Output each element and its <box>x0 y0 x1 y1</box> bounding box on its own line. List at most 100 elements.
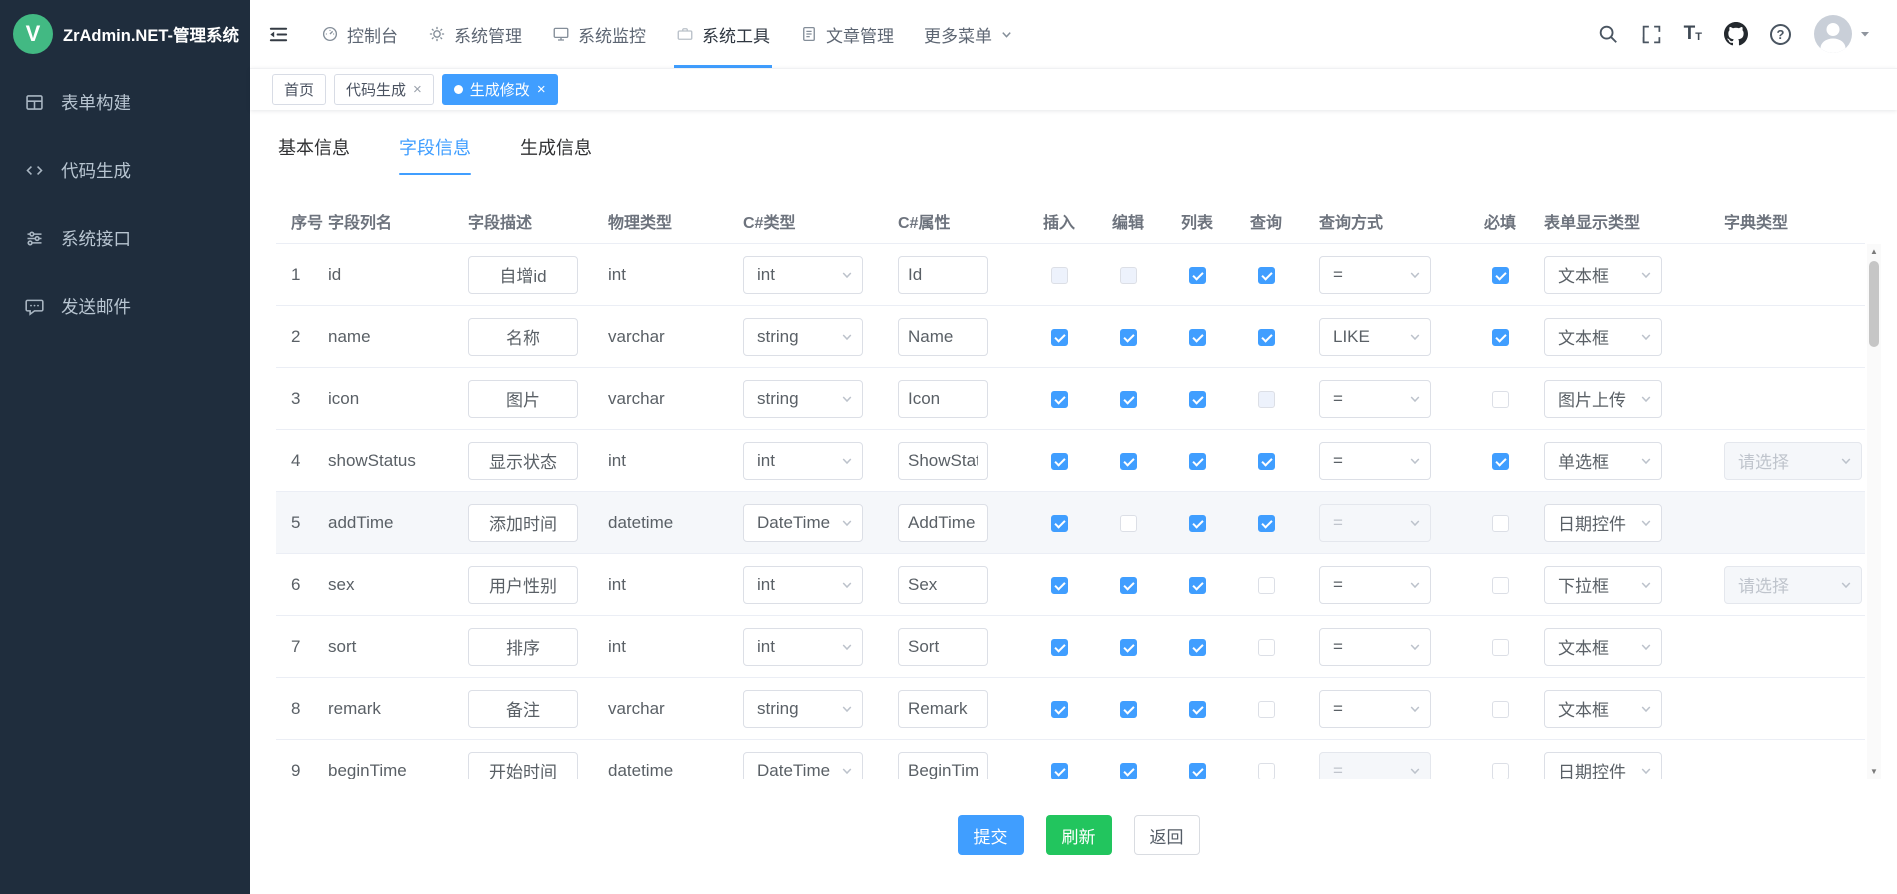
query-type-select[interactable]: = <box>1319 256 1431 294</box>
required-checkbox[interactable] <box>1492 391 1509 408</box>
fullscreen-icon[interactable] <box>1641 24 1662 45</box>
caret-down-icon[interactable] <box>1859 28 1871 40</box>
query-checkbox[interactable] <box>1258 763 1275 779</box>
tab-generate-info[interactable]: 生成信息 <box>520 134 592 175</box>
edit-checkbox[interactable] <box>1120 763 1137 779</box>
required-checkbox[interactable] <box>1492 577 1509 594</box>
nav-item-article-management[interactable]: 文章管理 <box>785 0 909 68</box>
edit-checkbox[interactable] <box>1120 329 1137 346</box>
column-description-input[interactable] <box>468 566 578 604</box>
insert-checkbox[interactable] <box>1051 577 1068 594</box>
csharp-property-input[interactable] <box>898 318 988 356</box>
query-type-select[interactable]: = <box>1319 442 1431 480</box>
required-checkbox[interactable] <box>1492 763 1509 779</box>
insert-checkbox[interactable] <box>1051 453 1068 470</box>
table-scrollbar[interactable] <box>1867 244 1881 779</box>
csharp-property-input[interactable] <box>898 752 988 780</box>
column-description-input[interactable] <box>468 628 578 666</box>
display-type-select[interactable]: 图片上传 <box>1544 380 1662 418</box>
display-type-select[interactable]: 文本框 <box>1544 628 1662 666</box>
nav-item-system-management[interactable]: 系统管理 <box>413 0 537 68</box>
github-icon[interactable] <box>1724 22 1748 46</box>
csharp-type-select[interactable]: string <box>743 318 863 356</box>
list-checkbox[interactable] <box>1189 391 1206 408</box>
csharp-property-input[interactable] <box>898 690 988 728</box>
csharp-type-select[interactable]: DateTime <box>743 752 863 780</box>
edit-checkbox[interactable] <box>1120 453 1137 470</box>
list-checkbox[interactable] <box>1189 639 1206 656</box>
display-type-select[interactable]: 文本框 <box>1544 318 1662 356</box>
column-description-input[interactable] <box>468 380 578 418</box>
column-description-input[interactable] <box>468 442 578 480</box>
tag-home[interactable]: 首页 <box>272 74 326 105</box>
query-checkbox[interactable] <box>1258 329 1275 346</box>
csharp-property-input[interactable] <box>898 256 988 294</box>
query-checkbox[interactable] <box>1258 453 1275 470</box>
csharp-property-input[interactable] <box>898 628 988 666</box>
list-checkbox[interactable] <box>1189 453 1206 470</box>
column-description-input[interactable] <box>468 504 578 542</box>
refresh-button[interactable]: 刷新 <box>1046 815 1112 855</box>
scrollbar-thumb[interactable] <box>1869 261 1879 347</box>
query-checkbox[interactable] <box>1258 577 1275 594</box>
avatar[interactable] <box>1813 14 1853 54</box>
sidebar-item-send-mail[interactable]: 发送邮件 <box>0 272 250 340</box>
scroll-up-arrow[interactable] <box>1867 244 1881 259</box>
help-icon[interactable] <box>1770 24 1791 45</box>
scroll-down-arrow[interactable] <box>1867 764 1881 779</box>
submit-button[interactable]: 提交 <box>958 815 1024 855</box>
font-size-icon[interactable] <box>1684 23 1702 45</box>
query-type-select[interactable]: = <box>1319 566 1431 604</box>
csharp-type-select[interactable]: int <box>743 442 863 480</box>
required-checkbox[interactable] <box>1492 453 1509 470</box>
tab-field-info[interactable]: 字段信息 <box>399 134 471 175</box>
list-checkbox[interactable] <box>1189 701 1206 718</box>
sidebar-item-system-api[interactable]: 系统接口 <box>0 204 250 272</box>
csharp-type-select[interactable]: int <box>743 628 863 666</box>
query-type-select[interactable]: = <box>1319 628 1431 666</box>
user-menu[interactable] <box>1813 14 1871 54</box>
query-type-select[interactable]: LIKE <box>1319 318 1431 356</box>
display-type-select[interactable]: 日期控件 <box>1544 504 1662 542</box>
nav-item-system-tools[interactable]: 系统工具 <box>661 0 785 68</box>
app-logo[interactable]: V ZrAdmin.NET-管理系统 <box>0 0 250 68</box>
list-checkbox[interactable] <box>1189 515 1206 532</box>
display-type-select[interactable]: 文本框 <box>1544 256 1662 294</box>
insert-checkbox[interactable] <box>1051 701 1068 718</box>
required-checkbox[interactable] <box>1492 329 1509 346</box>
csharp-property-input[interactable] <box>898 566 988 604</box>
csharp-property-input[interactable] <box>898 442 988 480</box>
column-description-input[interactable] <box>468 256 578 294</box>
display-type-select[interactable]: 文本框 <box>1544 690 1662 728</box>
display-type-select[interactable]: 单选框 <box>1544 442 1662 480</box>
query-checkbox[interactable] <box>1258 639 1275 656</box>
nav-item-console[interactable]: 控制台 <box>306 0 413 68</box>
required-checkbox[interactable] <box>1492 515 1509 532</box>
sidebar-item-form-builder[interactable]: 表单构建 <box>0 68 250 136</box>
required-checkbox[interactable] <box>1492 267 1509 284</box>
csharp-property-input[interactable] <box>898 380 988 418</box>
csharp-type-select[interactable]: DateTime <box>743 504 863 542</box>
csharp-type-select[interactable]: int <box>743 566 863 604</box>
edit-checkbox[interactable] <box>1120 515 1137 532</box>
query-checkbox[interactable] <box>1258 515 1275 532</box>
query-checkbox[interactable] <box>1258 267 1275 284</box>
collapse-sidebar-button[interactable] <box>250 0 306 68</box>
column-description-input[interactable] <box>468 690 578 728</box>
query-type-select[interactable]: = <box>1319 380 1431 418</box>
edit-checkbox[interactable] <box>1120 639 1137 656</box>
nav-item-more-menu[interactable]: 更多菜单 <box>909 0 1028 68</box>
close-icon[interactable] <box>537 82 546 97</box>
close-icon[interactable] <box>413 82 422 97</box>
display-type-select[interactable]: 日期控件 <box>1544 752 1662 780</box>
tab-basic-info[interactable]: 基本信息 <box>278 134 350 175</box>
required-checkbox[interactable] <box>1492 639 1509 656</box>
display-type-select[interactable]: 下拉框 <box>1544 566 1662 604</box>
csharp-type-select[interactable]: string <box>743 380 863 418</box>
insert-checkbox[interactable] <box>1051 639 1068 656</box>
csharp-type-select[interactable]: string <box>743 690 863 728</box>
tag-code-generation[interactable]: 代码生成 <box>334 74 434 105</box>
query-type-select[interactable]: = <box>1319 690 1431 728</box>
edit-checkbox[interactable] <box>1120 701 1137 718</box>
csharp-property-input[interactable] <box>898 504 988 542</box>
